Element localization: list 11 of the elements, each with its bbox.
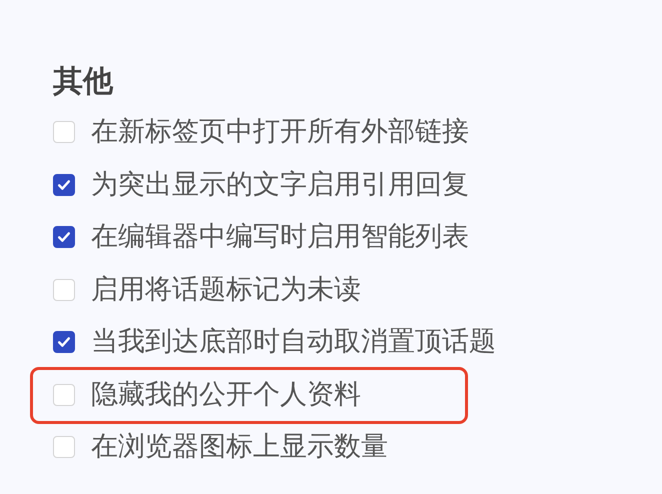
option-label: 在浏览器图标上显示数量: [91, 430, 388, 464]
option-label: 当我到达底部时自动取消置顶话题: [91, 325, 496, 360]
option-label: 为突出显示的文字启用引用回复: [91, 168, 469, 202]
option-label: 在编辑器中编写时启用智能列表: [91, 220, 469, 254]
checkbox[interactable]: [53, 226, 75, 248]
option-label: 启用将话题标记为未读: [91, 272, 361, 307]
section-heading: 其他: [53, 63, 114, 101]
option-label: 隐藏我的公开个人资料: [91, 378, 361, 412]
option-label: 在新标签页中打开所有外部链接: [91, 115, 469, 150]
checkbox[interactable]: [53, 174, 75, 196]
checkbox[interactable]: [53, 331, 75, 354]
